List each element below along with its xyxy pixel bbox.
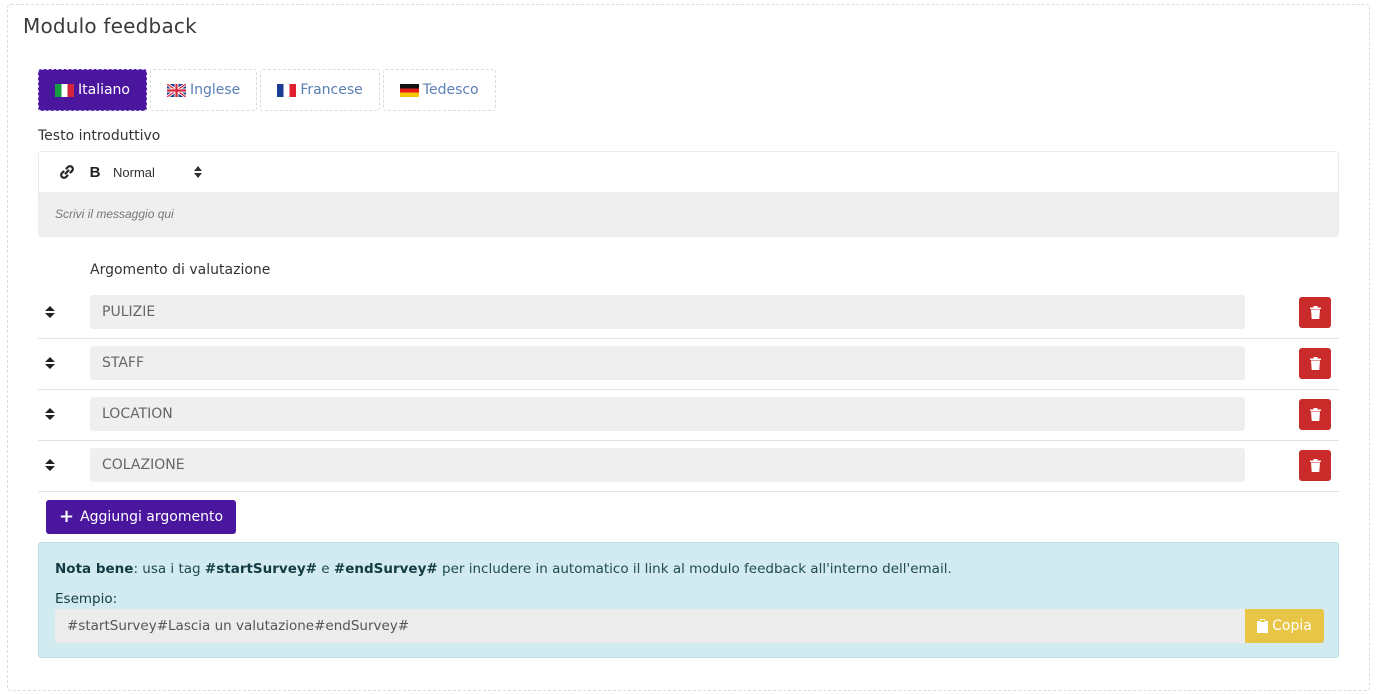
trash-icon: [1309, 408, 1321, 421]
format-select[interactable]: Normal: [113, 160, 208, 184]
drag-handle-icon[interactable]: [44, 455, 56, 475]
note-text-part: e: [317, 561, 334, 577]
sort-icon: [194, 166, 202, 178]
topic-input[interactable]: [90, 346, 1245, 380]
topic-row: [38, 390, 1339, 441]
trash-icon: [1309, 459, 1321, 472]
plus-icon: +: [58, 506, 75, 527]
intro-message-input[interactable]: Scrivi il messaggio qui: [39, 193, 1338, 236]
note-prefix: Nota bene: [55, 561, 134, 577]
add-topic-button[interactable]: + Aggiungi argomento: [46, 500, 236, 534]
tag-start: #startSurvey#: [204, 561, 317, 577]
topic-row: [38, 288, 1339, 339]
drag-handle-icon[interactable]: [44, 404, 56, 424]
tab-italiano[interactable]: Italiano: [38, 69, 147, 111]
italy-flag-icon: [55, 83, 74, 97]
info-note: Nota bene: usa i tag #startSurvey# e #en…: [38, 542, 1339, 658]
tab-label: Francese: [300, 82, 363, 98]
germany-flag-icon: [399, 83, 419, 97]
copy-label: Copia: [1272, 618, 1312, 634]
tag-end: #endSurvey#: [333, 561, 438, 577]
language-tabs: Italiano Inglese Francese Tedesco: [38, 69, 496, 111]
editor-toolbar: B Normal: [39, 152, 1338, 193]
link-icon[interactable]: [53, 160, 81, 184]
copy-button[interactable]: Copia: [1245, 609, 1324, 643]
drag-handle-icon[interactable]: [44, 353, 56, 373]
tab-inglese[interactable]: Inglese: [150, 69, 258, 111]
delete-topic-button[interactable]: [1299, 399, 1331, 430]
topic-input[interactable]: [90, 397, 1245, 431]
note-text-part: per includere in automatico il link al m…: [437, 561, 952, 577]
note-text: Nota bene: usa i tag #startSurvey# e #en…: [55, 561, 952, 577]
topics-label: Argomento di valutazione: [90, 262, 271, 278]
drag-handle-icon[interactable]: [44, 302, 56, 322]
tab-francese[interactable]: Francese: [260, 69, 380, 111]
france-flag-icon: [277, 83, 297, 97]
tab-tedesco[interactable]: Tedesco: [382, 69, 496, 111]
topic-row: [38, 339, 1339, 390]
add-topic-label: Aggiungi argomento: [80, 509, 224, 525]
tab-label: Italiano: [78, 82, 130, 98]
topic-row: [38, 441, 1339, 492]
delete-topic-button[interactable]: [1299, 297, 1331, 328]
example-input[interactable]: [55, 609, 1245, 643]
card-title: Modulo feedback: [23, 14, 197, 38]
delete-topic-button[interactable]: [1299, 450, 1331, 481]
note-text-part: : usa i tag: [133, 561, 205, 577]
tab-label: Inglese: [190, 82, 241, 98]
trash-icon: [1309, 357, 1321, 370]
example-copy-group: Copia: [55, 609, 1324, 643]
trash-icon: [1309, 306, 1321, 319]
format-select-value: Normal: [113, 164, 155, 180]
topic-input[interactable]: [90, 448, 1245, 482]
uk-flag-icon: [167, 83, 186, 97]
tab-label: Tedesco: [422, 82, 479, 98]
delete-topic-button[interactable]: [1299, 348, 1331, 379]
intro-label: Testo introduttivo: [38, 128, 161, 144]
bold-button[interactable]: B: [81, 160, 109, 184]
intro-editor: B Normal Scrivi il messaggio qui: [38, 151, 1339, 237]
topic-input[interactable]: [90, 295, 1245, 329]
example-label: Esempio:: [55, 591, 118, 607]
clipboard-icon: [1257, 619, 1269, 633]
